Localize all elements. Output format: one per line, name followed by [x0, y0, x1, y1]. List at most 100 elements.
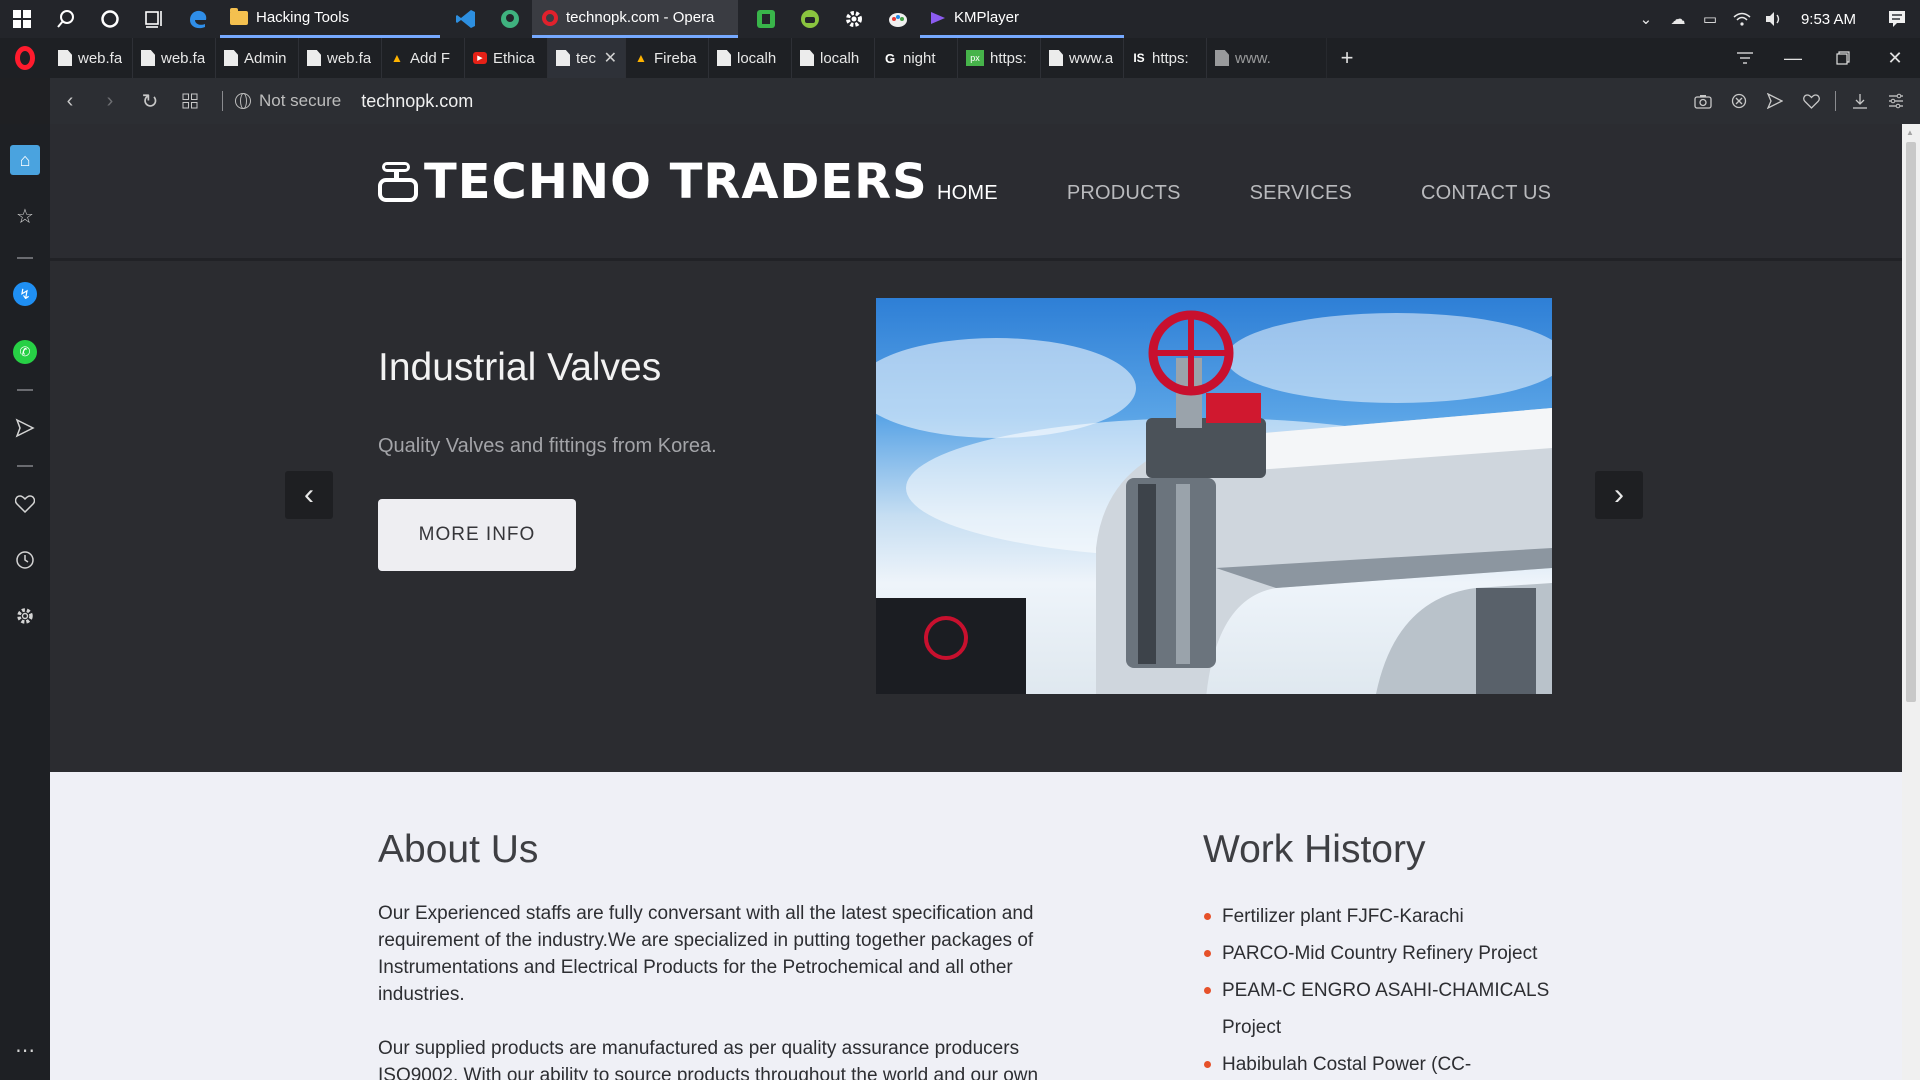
youtube-icon: ▶: [473, 52, 487, 64]
address-bar-actions: [1687, 78, 1912, 124]
bookmarks-star-icon[interactable]: ☆: [0, 194, 50, 238]
paint-icon[interactable]: [876, 0, 920, 38]
heart-icon[interactable]: [0, 482, 50, 526]
opera-sidebar: ⌂ ☆ ↯ ✆ ⋯: [0, 124, 50, 1080]
forward-icon[interactable]: ›: [90, 78, 130, 124]
url-field[interactable]: technopk.com: [361, 91, 473, 112]
android-icon[interactable]: [788, 0, 832, 38]
minimize-icon[interactable]: —: [1770, 38, 1816, 78]
tab[interactable]: ▲ Add F: [382, 38, 465, 78]
opera-menu-icon[interactable]: [0, 38, 50, 78]
page-icon: [1215, 50, 1229, 66]
divider: [1835, 91, 1836, 111]
volume-icon[interactable]: [1765, 10, 1783, 28]
carousel-next-button[interactable]: ›: [1595, 471, 1643, 519]
page-scrollbar[interactable]: ▲: [1902, 124, 1920, 1080]
carousel-prev-button[interactable]: ‹: [285, 471, 333, 519]
tab[interactable]: px https:: [958, 38, 1041, 78]
about-section: About Us Our Experienced staffs are full…: [50, 772, 1902, 1080]
more-icon[interactable]: ⋯: [0, 1028, 50, 1072]
send-icon[interactable]: [1759, 78, 1791, 124]
tab[interactable]: ▶ Ethica: [465, 38, 548, 78]
flow-send-icon[interactable]: [0, 406, 50, 450]
tab[interactable]: www.a: [1041, 38, 1124, 78]
tab-grid-icon[interactable]: [170, 78, 210, 124]
settings-gear-icon[interactable]: [832, 0, 876, 38]
divider: [17, 389, 33, 391]
security-indicator[interactable]: Not secure: [235, 91, 341, 111]
work-history-heading: Work History: [1203, 828, 1426, 871]
messenger-icon[interactable]: ↯: [0, 272, 50, 316]
list-item: Habibulah Costal Power (CC-: [1203, 1046, 1583, 1080]
restore-icon[interactable]: [1816, 38, 1870, 78]
taskbar-app-kmplayer[interactable]: KMPlayer: [920, 0, 1124, 38]
search-icon[interactable]: [44, 0, 88, 38]
close-tab-icon[interactable]: ✕: [604, 48, 617, 68]
work-history-list: Fertilizer plant FJFC-Karachi PARCO-Mid …: [1203, 898, 1583, 1080]
tab-strip: web.fa web.fa Admin web.fa ▲ Add F ▶ Ethic…: [0, 38, 1920, 78]
history-clock-icon[interactable]: [0, 538, 50, 582]
new-tab-button[interactable]: +: [1327, 38, 1367, 78]
page-icon: [800, 50, 814, 66]
battery-icon[interactable]: ▭: [1701, 10, 1719, 28]
valve-logo-icon: [378, 162, 418, 202]
task-view-icon[interactable]: [132, 0, 176, 38]
windows-taskbar: Hacking Tools technopk.com - Opera KMPla…: [0, 0, 1920, 38]
tab[interactable]: Admin: [216, 38, 299, 78]
scroll-up-icon[interactable]: ▲: [1906, 128, 1914, 137]
vscode-icon[interactable]: [444, 0, 488, 38]
hero-carousel: Industrial Valves Quality Valves and fit…: [50, 261, 1902, 769]
tab[interactable]: localh: [792, 38, 875, 78]
speed-dial-home-icon[interactable]: ⌂: [0, 138, 50, 182]
page-icon: [224, 50, 238, 66]
gitkraken-icon[interactable]: [488, 0, 532, 38]
cortana-icon[interactable]: [88, 0, 132, 38]
taskbar-app-opera[interactable]: technopk.com - Opera: [532, 0, 738, 38]
notifications-icon[interactable]: [1888, 10, 1906, 28]
tab[interactable]: Gnight: [875, 38, 958, 78]
tab[interactable]: web.fa: [133, 38, 216, 78]
nav-products[interactable]: PRODUCTS: [1067, 182, 1181, 205]
more-info-button[interactable]: MORE INFO: [378, 499, 576, 571]
chevron-up-icon[interactable]: ⌄: [1637, 10, 1655, 28]
close-window-icon[interactable]: ✕: [1870, 38, 1920, 78]
tab[interactable]: localh: [709, 38, 792, 78]
edge-icon[interactable]: [176, 0, 220, 38]
tab-list: web.fa web.fa Admin web.fa ▲ Add F ▶ Ethic…: [50, 38, 1327, 78]
scrollbar-thumb[interactable]: [1906, 142, 1916, 702]
divider: [222, 91, 223, 111]
adblock-icon[interactable]: [1723, 78, 1755, 124]
tab[interactable]: ▲ Fireba: [626, 38, 709, 78]
clock[interactable]: 9:53 AM: [1801, 11, 1856, 28]
whatsapp-icon[interactable]: ✆: [0, 330, 50, 374]
list-item: Fertilizer plant FJFC-Karachi: [1203, 898, 1583, 935]
camera-icon[interactable]: [1687, 78, 1719, 124]
windows-start-icon[interactable]: [0, 0, 44, 38]
easy-setup-icon[interactable]: [1880, 78, 1912, 124]
tab-active[interactable]: tec ✕: [548, 38, 626, 78]
taskbar-app-hacking-tools[interactable]: Hacking Tools: [220, 0, 440, 38]
camtasia-icon[interactable]: [744, 0, 788, 38]
wifi-icon[interactable]: [1733, 10, 1751, 28]
tab[interactable]: web.fa: [50, 38, 133, 78]
download-icon[interactable]: [1844, 78, 1876, 124]
settings-gear-icon[interactable]: [0, 594, 50, 638]
nav-contact-us[interactable]: CONTACT US: [1421, 182, 1551, 205]
tab[interactable]: web.fa: [299, 38, 382, 78]
heart-icon[interactable]: [1795, 78, 1827, 124]
back-icon[interactable]: ‹: [50, 78, 90, 124]
site-logo[interactable]: TECHNO TRADERS: [378, 154, 928, 210]
cloud-icon[interactable]: ☁: [1669, 10, 1687, 28]
kmplayer-icon: [931, 11, 945, 24]
list-item: PARCO-Mid Country Refinery Project: [1203, 935, 1583, 972]
nav-home[interactable]: HOME: [937, 182, 998, 205]
tab-menu-icon[interactable]: [1720, 38, 1770, 78]
tab[interactable]: www.: [1207, 38, 1327, 78]
page-icon: [717, 50, 731, 66]
divider: [17, 257, 33, 259]
brand-name: TECHNO TRADERS: [424, 154, 928, 210]
tab[interactable]: IS https:: [1124, 38, 1207, 78]
page-icon: [141, 50, 155, 66]
reload-icon[interactable]: ↻: [130, 78, 170, 124]
nav-services[interactable]: SERVICES: [1250, 182, 1352, 205]
